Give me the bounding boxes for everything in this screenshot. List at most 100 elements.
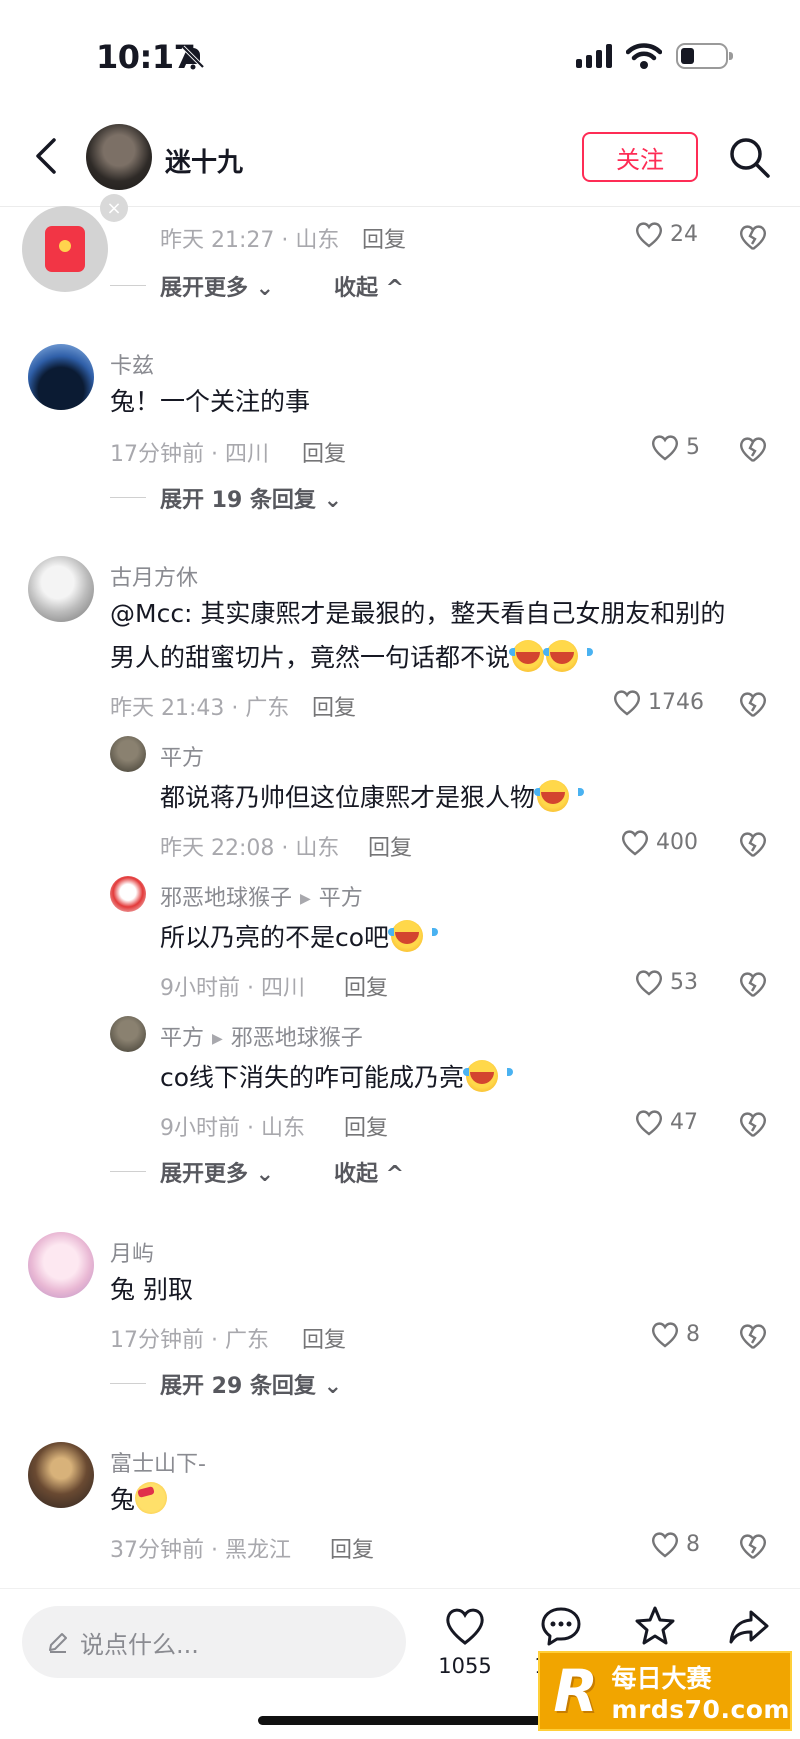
battery-icon — [676, 43, 733, 69]
search-icon[interactable] — [728, 136, 772, 180]
comment-meta: 17分钟前 · 广东 — [110, 1328, 269, 1353]
expand-more-button[interactable]: 展开更多 ⌄ — [160, 1156, 274, 1188]
reply-meta: 昨天 22:08 · 山东 — [160, 836, 340, 861]
watermark-badge: R 每日大赛 mrds70.com — [538, 1651, 792, 1731]
comment-text: @Mcc: 其实康熙才是最狠的，整天看自己女朋友和别的 — [110, 599, 726, 628]
like-button[interactable]: 53 — [634, 968, 698, 996]
broken-heart-icon[interactable] — [738, 434, 768, 464]
author-avatar[interactable] — [86, 124, 152, 190]
comment-input-placeholder: 说点什么... — [80, 1630, 199, 1659]
broken-heart-icon[interactable] — [738, 1531, 768, 1561]
laugh-cry-emoji-icon — [463, 1060, 514, 1092]
user-avatar[interactable] — [28, 556, 94, 622]
comment-input[interactable]: 说点什么... — [22, 1606, 406, 1678]
heart-icon — [635, 222, 663, 248]
reply-button[interactable]: 回复 — [312, 690, 356, 722]
close-icon[interactable]: × — [100, 194, 128, 222]
like-count: 47 — [670, 1109, 698, 1135]
like-button[interactable]: 1746 — [612, 688, 704, 716]
broken-heart-icon[interactable] — [738, 1321, 768, 1351]
author-name[interactable]: 迷十九 — [165, 142, 243, 179]
reply-button[interactable]: 回复 — [368, 830, 412, 862]
user-avatar[interactable] — [110, 1016, 146, 1052]
reply-button[interactable]: 回复 — [344, 970, 388, 1002]
like-button[interactable]: 24 — [634, 220, 698, 248]
reply-button[interactable]: 回复 — [302, 436, 346, 468]
broken-heart-icon[interactable] — [738, 689, 768, 719]
comment-meta: 昨天 21:27 · 山东 — [160, 228, 340, 253]
bell-off-icon — [181, 45, 205, 70]
expand-more-button[interactable]: 展开更多 ⌄ — [160, 270, 274, 302]
pencil-icon — [49, 1633, 67, 1653]
comment-text: 兔！一个关注的事 — [110, 387, 311, 416]
user-avatar[interactable] — [28, 344, 94, 410]
like-button[interactable]: 8 — [650, 1320, 700, 1348]
like-count: 53 — [670, 969, 698, 995]
comment-meta: 37分钟前 · 黑龙江 — [110, 1538, 291, 1563]
cellular-signal-icon — [576, 44, 612, 68]
comment-username[interactable]: 卡兹 — [110, 348, 154, 380]
user-avatar[interactable] — [110, 876, 146, 912]
star-icon — [635, 1606, 675, 1645]
heart-icon — [635, 970, 663, 996]
like-button[interactable]: 400 — [620, 828, 698, 856]
heart-icon — [635, 1110, 663, 1136]
reply-button[interactable]: 回复 — [330, 1532, 374, 1564]
like-action-button[interactable]: 1055 — [430, 1604, 500, 1678]
like-button[interactable]: 5 — [650, 433, 700, 461]
broken-heart-icon[interactable] — [738, 222, 768, 252]
expand-divider — [110, 1383, 146, 1384]
watermark-title: 每日大赛 — [611, 1663, 712, 1693]
reply-username[interactable]: 平方 — [160, 740, 204, 772]
red-packet-widget[interactable] — [22, 206, 108, 292]
broken-heart-icon[interactable] — [738, 969, 768, 999]
comment-username[interactable]: 古月方休 — [110, 560, 198, 592]
like-button[interactable]: 8 — [650, 1530, 700, 1558]
broken-heart-icon[interactable] — [738, 1109, 768, 1139]
like-count: 400 — [656, 829, 698, 855]
reply-meta: 9小时前 · 四川 — [160, 976, 305, 1001]
kiss-emoji-icon — [135, 1482, 168, 1514]
reply-username[interactable]: 平方 ▶ 邪恶地球猴子 — [160, 1020, 363, 1052]
heart-icon — [651, 1532, 679, 1558]
comment-text-continued: 男人的甜蜜切片，竟然一句话都不说 — [110, 636, 594, 680]
reply-button[interactable]: 回复 — [362, 222, 406, 254]
expand-divider — [110, 497, 146, 498]
share-arrow-icon — [729, 1610, 769, 1644]
like-count: 24 — [670, 221, 698, 247]
comment-meta: 昨天 21:43 · 广东 — [110, 696, 290, 721]
home-indicator — [258, 1716, 542, 1725]
reply-to-arrow-icon: ▶ — [300, 891, 311, 907]
back-icon[interactable] — [30, 134, 64, 178]
like-count: 8 — [686, 1531, 700, 1557]
comment-username[interactable]: 月屿 — [110, 1236, 154, 1268]
collapse-button[interactable]: 收起 ^ — [334, 1156, 404, 1188]
comment-username[interactable]: 富士山下- — [110, 1446, 206, 1478]
reply-username[interactable]: 邪恶地球猴子 ▶ 平方 — [160, 880, 363, 912]
reply-to-arrow-icon: ▶ — [212, 1031, 223, 1047]
watermark-logo-icon: R — [553, 1657, 599, 1725]
collapse-button[interactable]: 收起 ^ — [334, 270, 404, 302]
status-icons — [576, 42, 733, 70]
broken-heart-icon[interactable] — [738, 829, 768, 859]
watermark-url: mrds70.com — [611, 1694, 790, 1724]
comment-text: 兔 别取 — [110, 1275, 193, 1304]
expand-replies-button[interactable]: 展开 19 条回复 ⌄ — [160, 482, 342, 514]
reply-text: 都说蒋乃帅但这位康熙才是狠人物 — [160, 776, 585, 820]
comment-meta: 17分钟前 · 四川 — [110, 442, 269, 467]
reply-text: co线下消失的咋可能成乃亮 — [160, 1056, 514, 1100]
reply-button[interactable]: 回复 — [302, 1322, 346, 1354]
like-count: 1746 — [648, 689, 704, 715]
like-button[interactable]: 47 — [634, 1108, 698, 1136]
expand-divider — [110, 285, 146, 286]
laugh-cry-emoji-icon — [388, 920, 439, 952]
expand-replies-button[interactable]: 展开 29 条回复 ⌄ — [160, 1368, 342, 1400]
user-avatar[interactable] — [110, 736, 146, 772]
follow-button[interactable]: 关注 — [582, 132, 698, 182]
wifi-icon — [626, 43, 662, 69]
heart-icon — [621, 830, 649, 856]
reply-button[interactable]: 回复 — [344, 1110, 388, 1142]
user-avatar[interactable] — [28, 1232, 94, 1298]
laugh-cry-emoji-icon — [543, 640, 594, 672]
user-avatar[interactable] — [28, 1442, 94, 1508]
